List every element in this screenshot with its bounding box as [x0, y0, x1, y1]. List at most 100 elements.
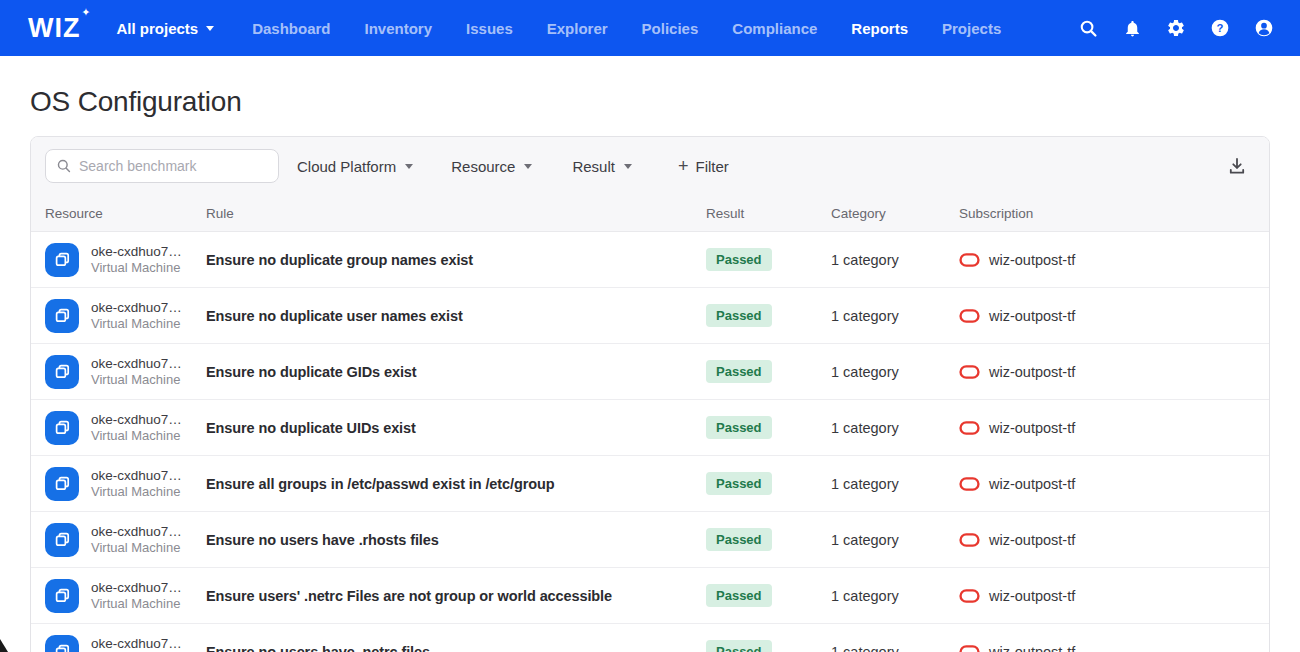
- subscription-cell: wiz-outpost-tf: [959, 588, 1269, 604]
- svg-text:?: ?: [1217, 22, 1224, 34]
- subscription-name: wiz-outpost-tf: [989, 588, 1075, 604]
- resource-name: oke-cxdhuo7…: [91, 355, 182, 372]
- nav-link-issues[interactable]: Issues: [466, 20, 513, 37]
- column-header-rule: Rule: [206, 206, 706, 221]
- category-cell: 1 category: [831, 308, 959, 324]
- column-header-category: Category: [831, 206, 959, 221]
- result-badge: Passed: [706, 304, 772, 327]
- nav-link-projects[interactable]: Projects: [942, 20, 1001, 37]
- subscription-cell: wiz-outpost-tf: [959, 476, 1269, 492]
- subscription-cell: wiz-outpost-tf: [959, 532, 1269, 548]
- mouse-cursor: [0, 639, 8, 652]
- resource-cell: oke-cxdhuo7…Virtual Machine: [45, 243, 206, 277]
- virtual-machine-icon: [45, 523, 79, 557]
- table-row[interactable]: oke-cxdhuo7…Virtual MachineEnsure no use…: [31, 512, 1269, 568]
- subscription-cell: wiz-outpost-tf: [959, 308, 1269, 324]
- oracle-cloud-icon: [959, 365, 980, 379]
- oracle-cloud-icon: [959, 421, 980, 435]
- wiz-logo[interactable]: WIZ✦: [28, 13, 80, 44]
- filter-dropdown-result[interactable]: Result: [572, 158, 632, 175]
- nav-link-compliance[interactable]: Compliance: [732, 20, 817, 37]
- virtual-machine-icon: [45, 243, 79, 277]
- chevron-down-icon: [524, 164, 532, 169]
- resource-cell: oke-cxdhuo7…Virtual Machine: [45, 355, 206, 389]
- search-icon: [56, 158, 72, 174]
- add-filter-label: Filter: [695, 158, 728, 175]
- rule-name: Ensure no duplicate GIDs exist: [206, 364, 706, 380]
- result-cell: Passed: [706, 416, 831, 439]
- plus-icon: +: [678, 156, 689, 177]
- result-cell: Passed: [706, 640, 831, 652]
- nav-link-dashboard[interactable]: Dashboard: [252, 20, 330, 37]
- nav-icon-group: ?: [1078, 18, 1274, 38]
- search-icon[interactable]: [1078, 18, 1098, 38]
- help-icon[interactable]: ?: [1210, 18, 1230, 38]
- nav-link-reports[interactable]: Reports: [851, 20, 908, 37]
- table-row[interactable]: oke-cxdhuo7…Virtual MachineEnsure no dup…: [31, 288, 1269, 344]
- filter-header: Cloud Platform Resource Result + Filter Re…: [31, 137, 1269, 232]
- table-row[interactable]: oke-cxdhuo7…Virtual MachineEnsure no dup…: [31, 400, 1269, 456]
- category-cell: 1 category: [831, 588, 959, 604]
- benchmark-search-input[interactable]: [79, 158, 268, 174]
- result-cell: Passed: [706, 360, 831, 383]
- project-selector[interactable]: All projects: [116, 20, 214, 37]
- table-row[interactable]: oke-cxdhuo7…Virtual MachineEnsure no use…: [31, 624, 1269, 652]
- rule-name: Ensure no duplicate group names exist: [206, 252, 706, 268]
- nav-link-inventory[interactable]: Inventory: [365, 20, 433, 37]
- subscription-name: wiz-outpost-tf: [989, 644, 1075, 652]
- resource-name: oke-cxdhuo7…: [91, 299, 182, 316]
- virtual-machine-icon: [45, 579, 79, 613]
- chevron-down-icon: [405, 164, 413, 169]
- filter-bar: Cloud Platform Resource Result + Filter: [31, 137, 1269, 195]
- account-icon[interactable]: [1254, 18, 1274, 38]
- search-field[interactable]: [45, 149, 279, 183]
- subscription-name: wiz-outpost-tf: [989, 364, 1075, 380]
- resource-name: oke-cxdhuo7…: [91, 523, 182, 540]
- resource-type: Virtual Machine: [91, 484, 182, 500]
- download-icon: [1227, 156, 1247, 176]
- result-cell: Passed: [706, 248, 831, 271]
- filter-dropdown-label: Result: [572, 158, 615, 175]
- table-row[interactable]: oke-cxdhuo7…Virtual MachineEnsure no dup…: [31, 232, 1269, 288]
- subscription-name: wiz-outpost-tf: [989, 532, 1075, 548]
- resource-type: Virtual Machine: [91, 596, 182, 612]
- subscription-cell: wiz-outpost-tf: [959, 644, 1269, 652]
- resource-cell: oke-cxdhuo7…Virtual Machine: [45, 299, 206, 333]
- wiz-logo-text: WIZ: [28, 13, 80, 43]
- virtual-machine-icon: [45, 635, 79, 652]
- result-badge: Passed: [706, 584, 772, 607]
- result-badge: Passed: [706, 248, 772, 271]
- download-button[interactable]: [1227, 156, 1247, 176]
- filter-dropdown-cloud-platform[interactable]: Cloud Platform: [297, 158, 413, 175]
- filter-dropdown-resource[interactable]: Resource: [451, 158, 532, 175]
- resource-cell: oke-cxdhuo7…Virtual Machine: [45, 467, 206, 501]
- table-header-row: ResourceRuleResultCategorySubscription: [31, 195, 1269, 231]
- oracle-cloud-icon: [959, 477, 980, 491]
- resource-cell: oke-cxdhuo7…Virtual Machine: [45, 523, 206, 557]
- nav-link-policies[interactable]: Policies: [642, 20, 699, 37]
- add-filter-button[interactable]: + Filter: [678, 156, 729, 177]
- sparkle-icon: ✦: [81, 6, 91, 19]
- rule-name: Ensure no users have .rhosts files: [206, 532, 706, 548]
- subscription-name: wiz-outpost-tf: [989, 308, 1075, 324]
- subscription-name: wiz-outpost-tf: [989, 476, 1075, 492]
- category-cell: 1 category: [831, 476, 959, 492]
- top-nav: WIZ✦ All projects Dashboard Inventory Issu…: [0, 0, 1300, 56]
- table-row[interactable]: oke-cxdhuo7…Virtual MachineEnsure no dup…: [31, 344, 1269, 400]
- subscription-cell: wiz-outpost-tf: [959, 420, 1269, 436]
- category-cell: 1 category: [831, 364, 959, 380]
- result-cell: Passed: [706, 584, 831, 607]
- settings-icon[interactable]: [1166, 18, 1186, 38]
- notifications-icon[interactable]: [1122, 18, 1142, 38]
- table-row[interactable]: oke-cxdhuo7…Virtual MachineEnsure all gr…: [31, 456, 1269, 512]
- category-cell: 1 category: [831, 644, 959, 652]
- benchmark-results-card: Cloud Platform Resource Result + Filter Re…: [30, 136, 1270, 652]
- table-row[interactable]: oke-cxdhuo7…Virtual MachineEnsure users'…: [31, 568, 1269, 624]
- result-badge: Passed: [706, 360, 772, 383]
- nav-links: Dashboard Inventory Issues Explorer Policies…: [252, 20, 1001, 37]
- nav-link-explorer[interactable]: Explorer: [547, 20, 608, 37]
- virtual-machine-icon: [45, 411, 79, 445]
- filter-dropdown-label: Resource: [451, 158, 515, 175]
- resource-name: oke-cxdhuo7…: [91, 411, 182, 428]
- chevron-down-icon: [206, 26, 214, 31]
